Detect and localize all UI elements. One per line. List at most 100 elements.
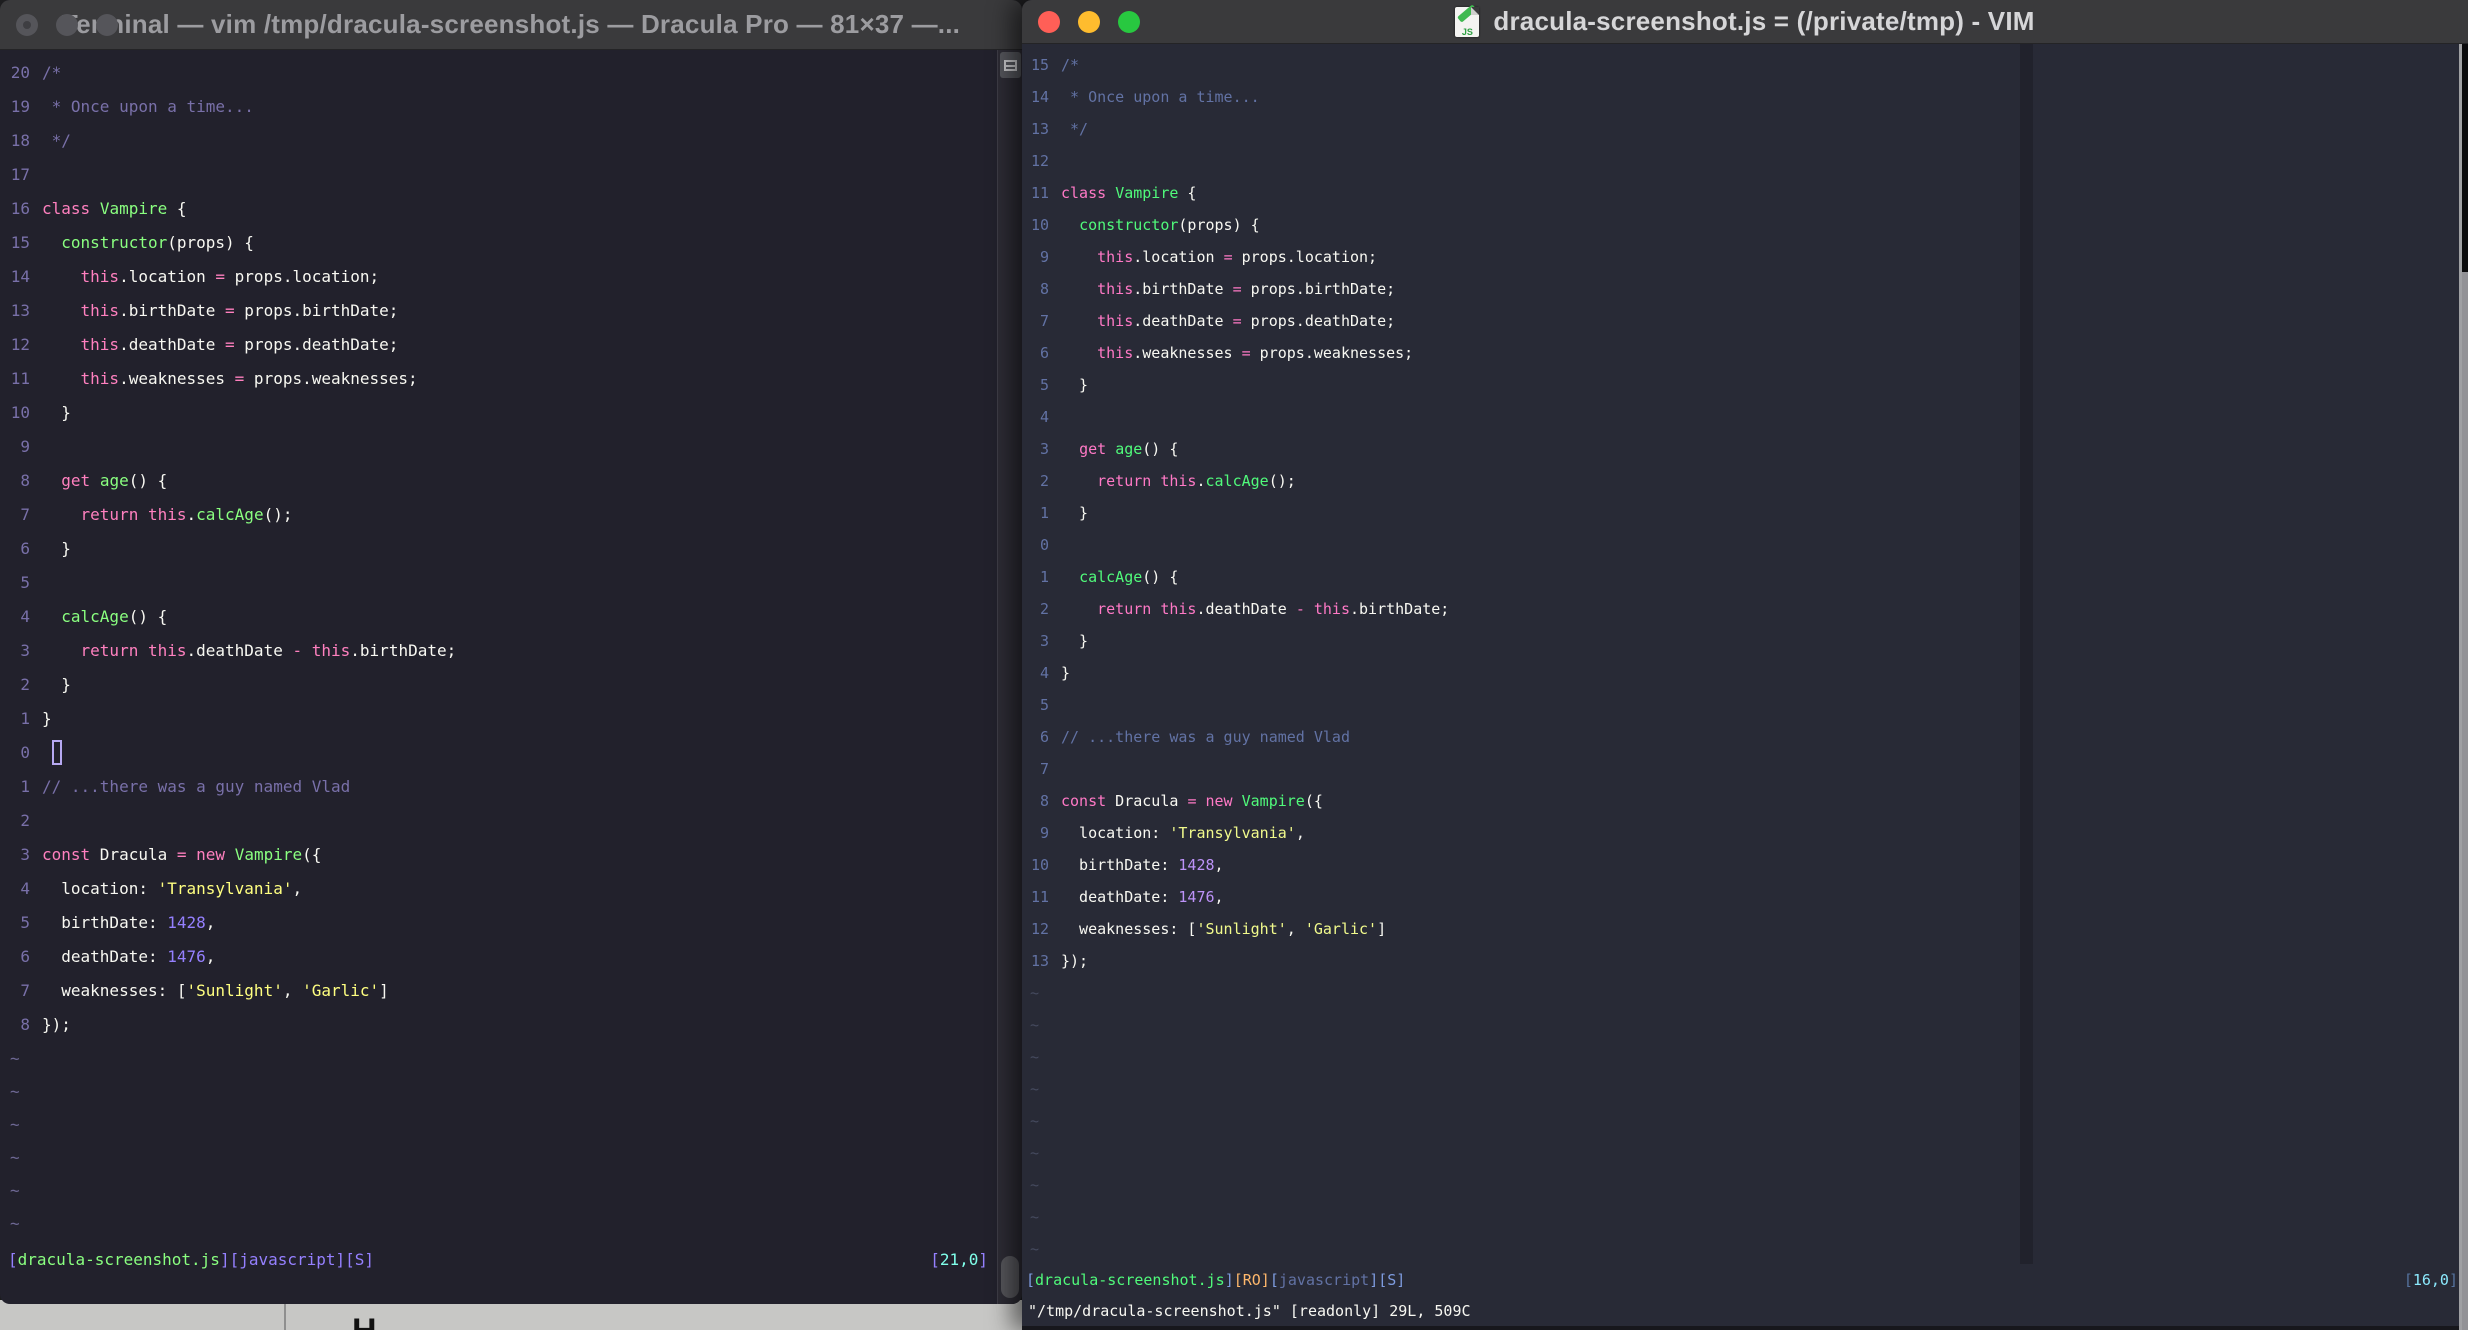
tilde-row: ~ xyxy=(1030,1240,1040,1258)
code-token: .birthDate; xyxy=(1350,600,1450,618)
code-row[interactable]: 12 xyxy=(1030,145,2468,177)
code-row[interactable]: 8 get age() { xyxy=(10,464,1022,498)
code-row[interactable]: 10 } xyxy=(10,396,1022,430)
code-row[interactable]: 12 this.deathDate = props.deathDate; xyxy=(10,328,1022,362)
code-row[interactable]: 1 // ...there was a guy named Vlad xyxy=(10,770,1022,804)
code-row[interactable]: 7 weaknesses: ['Sunlight', 'Garlic'] xyxy=(10,974,1022,1008)
code-row[interactable]: 5 xyxy=(10,566,1022,600)
code-token: */ xyxy=(42,131,71,150)
code-row[interactable]: 15 constructor(props) { xyxy=(10,226,1022,260)
code-row[interactable]: 8 const Dracula = new Vampire({ xyxy=(1030,785,2468,817)
code-row[interactable]: 13 */ xyxy=(1030,113,2468,145)
minimize-button[interactable] xyxy=(56,13,78,36)
code-token: constructor xyxy=(61,233,168,252)
code-row[interactable]: 3 get age() { xyxy=(1030,433,2468,465)
terminal-titlebar[interactable]: Terminal — vim /tmp/dracula-screenshot.j… xyxy=(0,0,1022,50)
code-row[interactable]: 9 location: 'Transylvania', xyxy=(1030,817,2468,849)
code-row[interactable]: 13 this.birthDate = props.birthDate; xyxy=(10,294,1022,328)
code-row[interactable]: 9 this.location = props.location; xyxy=(1030,241,2468,273)
code-row[interactable]: 8 this.birthDate = props.birthDate; xyxy=(1030,273,2468,305)
code-area[interactable]: 15/* 14 * Once upon a time... 13 */12 11 cla… xyxy=(1022,44,2468,1265)
code-row[interactable]: 14 * Once upon a time... xyxy=(1030,81,2468,113)
tilde-row: ~ xyxy=(10,1148,20,1167)
code-row[interactable]: 10 birthDate: 1428, xyxy=(1030,849,2468,881)
minimize-button[interactable] xyxy=(1078,10,1100,33)
line-number: 1 xyxy=(1030,568,1049,586)
split-pane-button[interactable] xyxy=(1000,52,1021,78)
code-row[interactable]: 7 return this.calcAge(); xyxy=(10,498,1022,532)
code-row[interactable]: 9 xyxy=(10,430,1022,464)
code-row[interactable]: 6 deathDate: 1476, xyxy=(10,940,1022,974)
close-button[interactable] xyxy=(16,13,38,36)
line-number: 4 xyxy=(1030,408,1049,426)
code-row[interactable]: 1 } xyxy=(1030,497,2468,529)
code-row[interactable]: 4} xyxy=(1030,657,2468,689)
code-row[interactable]: 3 return this.deathDate - this.birthDate… xyxy=(10,634,1022,668)
code-row[interactable]: 13}); xyxy=(1030,945,2468,977)
code-row[interactable]: 6 } xyxy=(10,532,1022,566)
code-row[interactable]: 15 /* xyxy=(1030,49,2468,81)
statusline: [dracula-screenshot.js][RO][javascript][… xyxy=(1022,1264,2468,1296)
code-token: , xyxy=(282,981,303,1000)
code-row[interactable]: 11 class Vampire { xyxy=(1030,177,2468,209)
code-row[interactable]: 4 xyxy=(1030,401,2468,433)
line-number: 10 xyxy=(10,403,30,422)
tilde-row: ~ xyxy=(1030,1112,1040,1130)
zoom-button[interactable] xyxy=(96,13,118,36)
code-row[interactable]: 1} xyxy=(10,702,1022,736)
code-row[interactable]: 2 return this.calcAge(); xyxy=(1030,465,2468,497)
code-area[interactable]: 20/* 19 * Once upon a time... 18 */17 16 cla… xyxy=(0,50,1022,1240)
code-token: get xyxy=(1079,440,1107,458)
code-row[interactable]: 0 xyxy=(1030,529,2468,561)
code-row[interactable]: 16 class Vampire { xyxy=(10,192,1022,226)
code-row[interactable]: 2 return this.deathDate - this.birthDate… xyxy=(1030,593,2468,625)
code-token: this xyxy=(311,641,351,660)
code-row[interactable]: 6 // ...there was a guy named Vlad xyxy=(1030,721,2468,753)
code-row[interactable]: 3 const Dracula = new Vampire({ xyxy=(10,838,1022,872)
tilde-row: ~ xyxy=(1030,1048,1040,1066)
statusline-segment: ][javascript][S] xyxy=(219,1249,375,1269)
code-token: .location xyxy=(1133,248,1224,266)
code-row[interactable]: 20 /* xyxy=(10,56,1022,90)
code-row[interactable]: 6 this.weaknesses = props.weaknesses; xyxy=(1030,337,2468,369)
code-row[interactable]: 3 } xyxy=(1030,625,2468,657)
zoom-button[interactable] xyxy=(1118,10,1140,33)
code-row[interactable]: 7 xyxy=(1030,753,2468,785)
tilde-row: ~ xyxy=(1030,1080,1040,1098)
close-button[interactable] xyxy=(1038,10,1060,33)
code-row[interactable]: 0 xyxy=(10,736,1022,770)
code-row[interactable]: 5 birthDate: 1428, xyxy=(10,906,1022,940)
statusline-left: [dracula-screenshot.js][javascript][S] xyxy=(8,1250,374,1269)
code-row[interactable]: 14 this.location = props.location; xyxy=(10,260,1022,294)
code-row[interactable]: 4 calcAge() { xyxy=(10,600,1022,634)
scrollbar-thumb[interactable] xyxy=(1001,1256,1019,1298)
code-token: .deathDate xyxy=(186,641,293,660)
code-row[interactable]: 7 this.deathDate = props.deathDate; xyxy=(1030,305,2468,337)
code-row[interactable]: 4 location: 'Transylvania', xyxy=(10,872,1022,906)
code-row[interactable]: 10 constructor(props) { xyxy=(1030,209,2468,241)
window-edge-scrollbar[interactable] xyxy=(2459,44,2462,1330)
code-row[interactable]: 18 */ xyxy=(10,124,1022,158)
line-number: 8 xyxy=(1030,280,1049,298)
line-number: 3 xyxy=(1030,440,1049,458)
code-row[interactable]: 11 deathDate: 1476, xyxy=(1030,881,2468,913)
code-row[interactable]: 5 } xyxy=(1030,369,2468,401)
code-row[interactable]: 12 weaknesses: ['Sunlight', 'Garlic'] xyxy=(1030,913,2468,945)
code-row[interactable]: 8}); xyxy=(10,1008,1022,1042)
code-row[interactable]: 2 } xyxy=(10,668,1022,702)
code-row[interactable]: 19 * Once upon a time... xyxy=(10,90,1022,124)
vim-titlebar[interactable]: JS dracula-screenshot.js = (/private/tmp… xyxy=(1022,0,2468,44)
line-number: 6 xyxy=(10,539,30,558)
code-token: 1476 xyxy=(1178,888,1215,906)
code-row[interactable]: 17 xyxy=(10,158,1022,192)
code-token: () { xyxy=(1142,440,1179,458)
code-row[interactable]: 2 xyxy=(10,804,1022,838)
scrollbar-track[interactable] xyxy=(997,50,1022,1304)
command-line: "/tmp/dracula-screenshot.js" [readonly] … xyxy=(1022,1296,2468,1330)
code-token: .location xyxy=(119,267,216,286)
code-row[interactable]: 11 this.weaknesses = props.weaknesses; xyxy=(10,362,1022,396)
code-row[interactable]: 1 calcAge() { xyxy=(1030,561,2468,593)
code-row[interactable]: 5 xyxy=(1030,689,2468,721)
